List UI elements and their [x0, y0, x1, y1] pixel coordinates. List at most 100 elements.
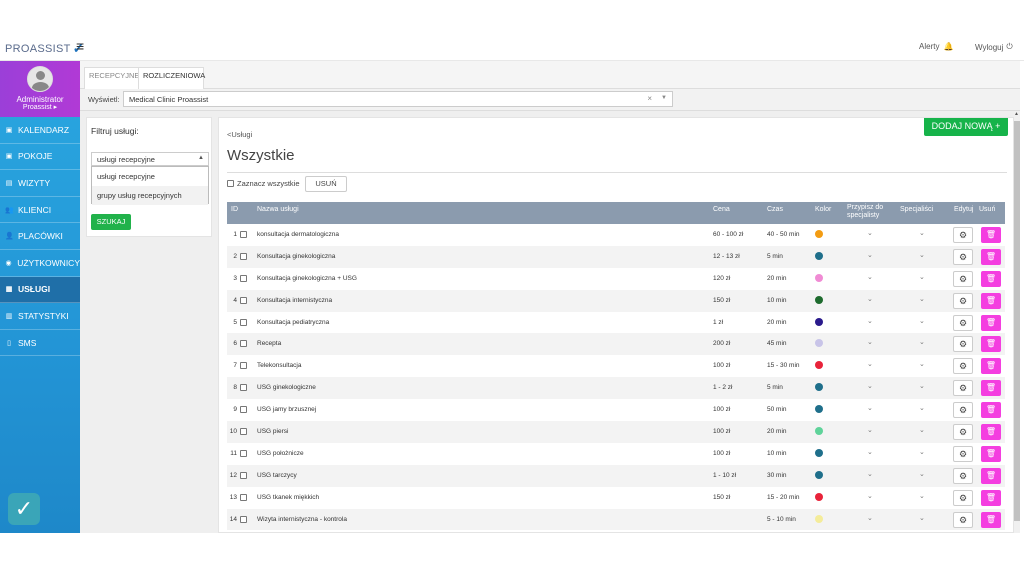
- specialists-chevron-icon[interactable]: ⌄: [919, 273, 925, 281]
- specialists-chevron-icon[interactable]: ⌄: [919, 360, 925, 368]
- sidebar-item-kalendarz[interactable]: ▣ KALENDARZ: [0, 117, 80, 144]
- breadcrumb[interactable]: <Usługi: [227, 130, 252, 139]
- profile-block[interactable]: Administrator Proassist ▸: [0, 61, 80, 117]
- row-checkbox[interactable]: [240, 252, 247, 260]
- row-checkbox[interactable]: [240, 515, 247, 523]
- select-all-checkbox[interactable]: [227, 180, 234, 187]
- sidebar-item-klienci[interactable]: 👥 KLIENCI: [0, 197, 80, 224]
- row-checkbox[interactable]: [240, 471, 247, 479]
- header-name[interactable]: Nazwa usługi: [257, 206, 299, 214]
- sidebar-item-sms[interactable]: ▯ SMS: [0, 330, 80, 357]
- gear-icon[interactable]: ⚙: [953, 489, 973, 506]
- assign-chevron-icon[interactable]: ⌄: [867, 492, 873, 500]
- scrollbar[interactable]: ▲: [1014, 111, 1020, 533]
- app-logo[interactable]: PROASSIST ✓: [5, 40, 85, 57]
- specialists-chevron-icon[interactable]: ⌄: [919, 382, 925, 390]
- row-checkbox[interactable]: [240, 449, 247, 457]
- sidebar-item-placówki[interactable]: 👤 PLACÓWKI: [0, 223, 80, 250]
- gear-icon[interactable]: ⚙: [953, 467, 973, 484]
- specialists-chevron-icon[interactable]: ⌄: [919, 251, 925, 259]
- assign-chevron-icon[interactable]: ⌄: [867, 338, 873, 346]
- assign-chevron-icon[interactable]: ⌄: [867, 514, 873, 522]
- sidebar-item-statystyki[interactable]: ▥ STATYSTYKI: [0, 303, 80, 330]
- chevron-down-icon[interactable]: ▼: [661, 95, 667, 101]
- trash-icon[interactable]: 🗑: [981, 358, 1001, 375]
- gear-icon[interactable]: ⚙: [953, 358, 973, 375]
- gear-icon[interactable]: ⚙: [953, 445, 973, 462]
- select-all[interactable]: Zaznacz wszystkie: [227, 179, 300, 188]
- gear-icon[interactable]: ⚙: [953, 248, 973, 265]
- trash-icon[interactable]: 🗑: [981, 227, 1001, 243]
- trash-icon[interactable]: 🗑: [981, 248, 1001, 265]
- specialists-chevron-icon[interactable]: ⌄: [919, 470, 925, 478]
- tab-rozliczeniowa[interactable]: ROZLICZENIOWA: [138, 67, 205, 89]
- assign-chevron-icon[interactable]: ⌄: [867, 404, 873, 412]
- trash-icon[interactable]: 🗑: [981, 445, 1001, 462]
- header-price[interactable]: Cena: [713, 206, 730, 214]
- gear-icon[interactable]: ⚙: [953, 424, 973, 441]
- gear-icon[interactable]: ⚙: [953, 314, 973, 331]
- row-checkbox[interactable]: [240, 384, 247, 392]
- specialists-chevron-icon[interactable]: ⌄: [919, 317, 925, 325]
- sidebar-item-pokoje[interactable]: ▣ POKOJE: [0, 144, 80, 171]
- specialists-chevron-icon[interactable]: ⌄: [919, 492, 925, 500]
- dropdown-option[interactable]: usługi recepcyjne: [92, 167, 208, 186]
- trash-icon[interactable]: 🗑: [981, 489, 1001, 506]
- trash-icon[interactable]: 🗑: [981, 424, 1001, 441]
- add-new-button[interactable]: DODAJ NOWĄ +: [924, 118, 1008, 136]
- header-time[interactable]: Czas: [767, 206, 783, 214]
- row-checkbox[interactable]: [240, 428, 247, 436]
- row-checkbox[interactable]: [240, 493, 247, 501]
- gear-icon[interactable]: ⚙: [953, 402, 973, 419]
- assign-chevron-icon[interactable]: ⌄: [867, 317, 873, 325]
- alerts-button[interactable]: Alerty 🔔: [919, 42, 953, 51]
- sidebar-item-wizyty[interactable]: ▤ WIZYTY: [0, 170, 80, 197]
- gear-icon[interactable]: ⚙: [953, 292, 973, 309]
- assign-chevron-icon[interactable]: ⌄: [867, 470, 873, 478]
- sidebar-item-usługi[interactable]: ▦ USŁUGI: [0, 276, 80, 304]
- search-button[interactable]: SZUKAJ: [91, 214, 131, 230]
- row-checkbox[interactable]: [240, 362, 247, 370]
- sidebar-item-użytkownicy[interactable]: ◉ UŻYTKOWNICY: [0, 250, 80, 277]
- specialists-chevron-icon[interactable]: ⌄: [919, 338, 925, 346]
- tab-recepcyjne[interactable]: RECEPCYJNE: [84, 67, 145, 89]
- trash-icon[interactable]: 🗑: [981, 467, 1001, 484]
- dropdown-option[interactable]: grupy usług recepcyjnych: [92, 186, 208, 205]
- assign-chevron-icon[interactable]: ⌄: [867, 448, 873, 456]
- assign-chevron-icon[interactable]: ⌄: [867, 360, 873, 368]
- header-id[interactable]: ID: [231, 206, 238, 214]
- row-checkbox[interactable]: [240, 231, 247, 238]
- gear-icon[interactable]: ⚙: [953, 270, 973, 287]
- gear-icon[interactable]: ⚙: [953, 511, 973, 528]
- specialists-chevron-icon[interactable]: ⌄: [919, 404, 925, 412]
- display-select[interactable]: Medical Clinic Proassist × ▼: [123, 91, 673, 107]
- row-checkbox[interactable]: [240, 274, 247, 282]
- scroll-up-icon[interactable]: ▲: [1014, 111, 1019, 117]
- row-checkbox[interactable]: [240, 340, 247, 348]
- filter-select[interactable]: usługi recepcyjne ▲: [91, 152, 209, 166]
- trash-icon[interactable]: 🗑: [981, 511, 1001, 528]
- specialists-chevron-icon[interactable]: ⌄: [919, 229, 925, 237]
- trash-icon[interactable]: 🗑: [981, 380, 1001, 397]
- clear-icon[interactable]: ×: [647, 94, 652, 103]
- row-checkbox[interactable]: [240, 296, 247, 304]
- specialists-chevron-icon[interactable]: ⌄: [919, 426, 925, 434]
- logout-button[interactable]: Wyloguj ⏻: [975, 42, 1013, 52]
- gear-icon[interactable]: ⚙: [953, 380, 973, 397]
- specialists-chevron-icon[interactable]: ⌄: [919, 514, 925, 522]
- assign-chevron-icon[interactable]: ⌄: [867, 426, 873, 434]
- trash-icon[interactable]: 🗑: [981, 402, 1001, 419]
- trash-icon[interactable]: 🗑: [981, 292, 1001, 309]
- row-checkbox[interactable]: [240, 318, 247, 326]
- gear-icon[interactable]: ⚙: [953, 336, 973, 353]
- trash-icon[interactable]: 🗑: [981, 270, 1001, 287]
- trash-icon[interactable]: 🗑: [981, 314, 1001, 331]
- assign-chevron-icon[interactable]: ⌄: [867, 273, 873, 281]
- row-checkbox[interactable]: [240, 406, 247, 414]
- assign-chevron-icon[interactable]: ⌄: [867, 251, 873, 259]
- gear-icon[interactable]: ⚙: [953, 227, 973, 243]
- scrollbar-thumb[interactable]: [1014, 121, 1020, 521]
- menu-toggle-icon[interactable]: ≡: [76, 38, 84, 54]
- trash-icon[interactable]: 🗑: [981, 336, 1001, 353]
- assign-chevron-icon[interactable]: ⌄: [867, 382, 873, 390]
